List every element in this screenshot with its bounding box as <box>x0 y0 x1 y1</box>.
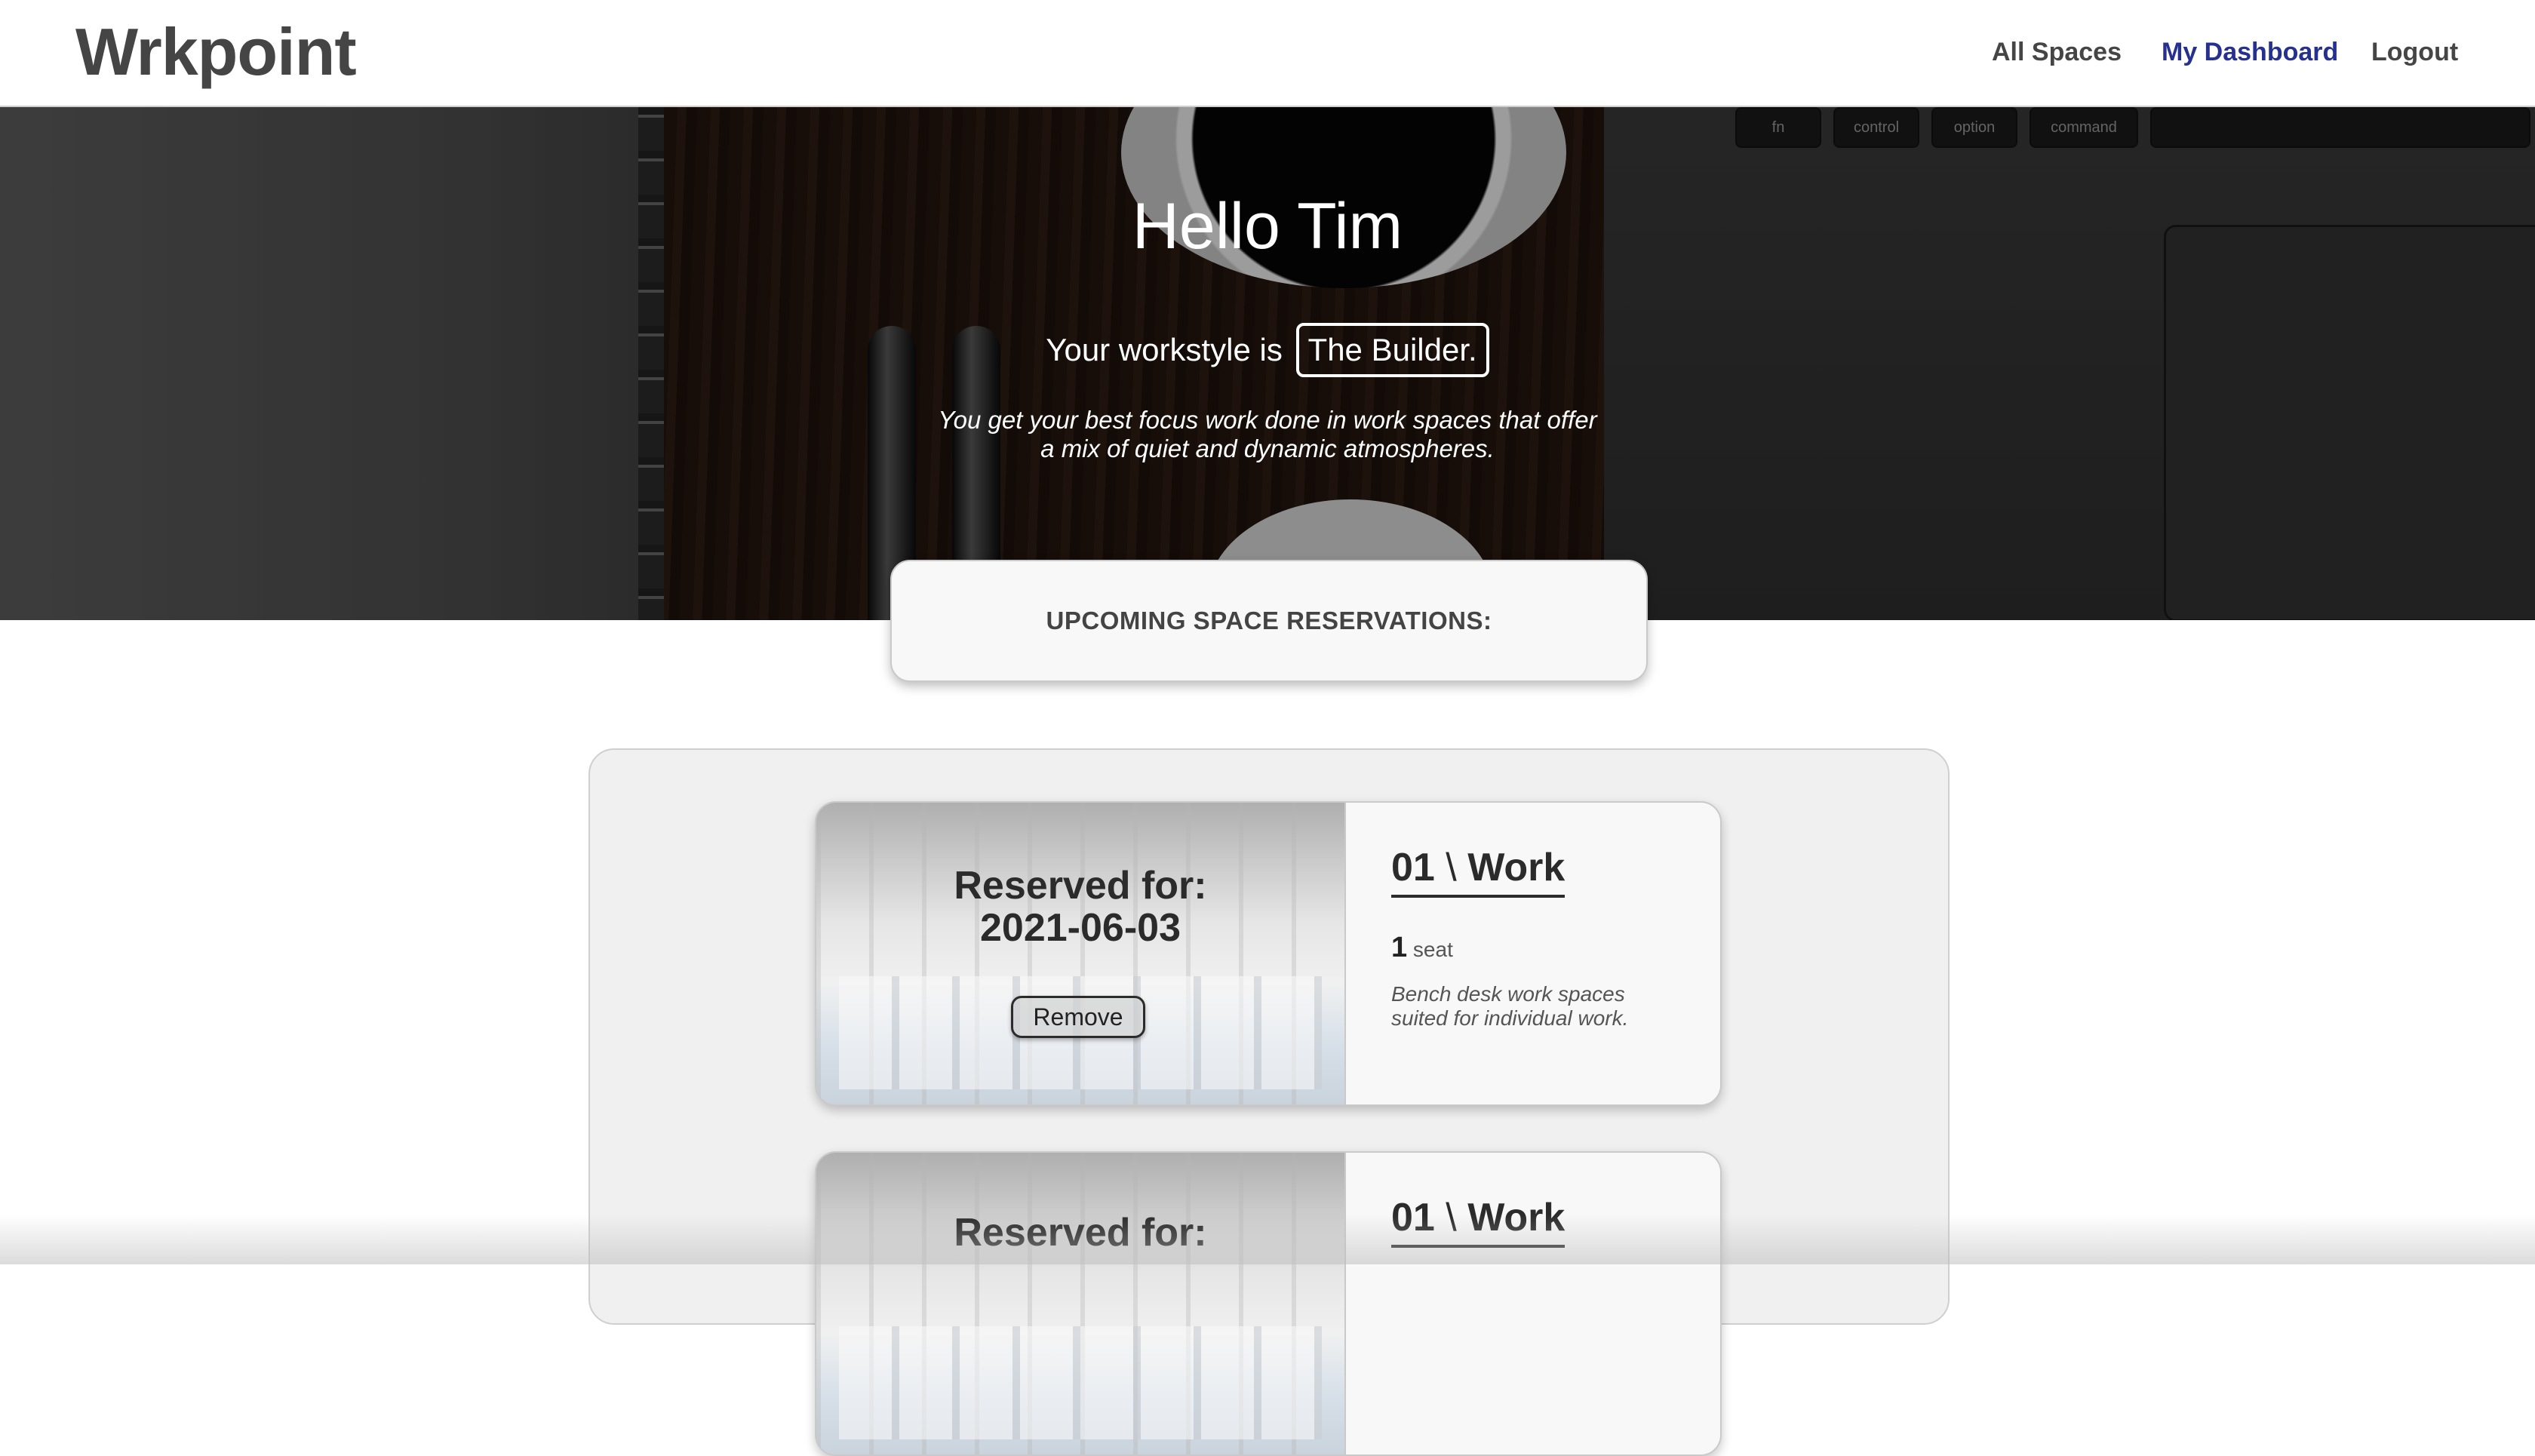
space-description: Bench desk work spaces suited for indivi… <box>1391 982 1629 1030</box>
reserved-for-text: Reserved for: <box>816 1212 1344 1254</box>
reservation-card: Reserved for: 01 \ Work <box>815 1151 1722 1456</box>
reserved-for-text: Reserved for: 2021-06-03 <box>816 865 1344 949</box>
workstyle-description: You get your best focus work done in wor… <box>938 406 1597 462</box>
seat-count: 1 seat <box>1391 931 1453 966</box>
seat-unit: seat <box>1412 938 1453 961</box>
nav-logout[interactable]: Logout <box>2371 36 2458 68</box>
reservation-info: 01 \ Work 1 seat Bench desk work spaces … <box>1344 803 1720 1104</box>
space-type: Work <box>1467 846 1566 889</box>
photo-overlay <box>816 1153 1344 1454</box>
seat-number: 1 <box>1391 932 1408 963</box>
space-number: 01 <box>1391 1196 1435 1239</box>
workstyle-line: Your workstyle is The Builder. <box>0 323 2535 377</box>
reservation-card: Reserved for: 2021-06-03 Remove 01 \ Wor… <box>815 801 1722 1106</box>
workstyle-badge[interactable]: The Builder. <box>1295 323 1489 377</box>
reservation-info: 01 \ Work <box>1344 1153 1720 1454</box>
nav-my-dashboard[interactable]: My Dashboard <box>2162 36 2338 68</box>
workstyle-prefix: Your workstyle is <box>1046 332 1283 367</box>
office-space-photo <box>816 803 1344 1104</box>
photo-overlay <box>816 803 1344 1104</box>
reserved-for-label: Reserved for: <box>954 1211 1207 1255</box>
nav-all-spaces[interactable]: All Spaces <box>1992 36 2122 68</box>
space-separator: \ <box>1446 846 1457 889</box>
upcoming-reservations-card: UPCOMING SPACE RESERVATIONS: <box>890 560 1648 682</box>
reserved-for-label: Reserved for: <box>954 864 1207 908</box>
wrkpoint-logo[interactable]: Wrkpoint <box>75 11 357 94</box>
space-type: Work <box>1467 1196 1566 1239</box>
reservation-date: 2021-06-03 <box>980 906 1181 950</box>
top-header: Wrkpoint All Spaces My Dashboard Logout <box>0 0 2535 107</box>
space-name: 01 \ Work <box>1391 845 1566 898</box>
greeting-heading: Hello Tim <box>1132 190 1403 263</box>
remove-reservation-button[interactable]: Remove <box>1011 996 1145 1038</box>
upcoming-reservations-title: UPCOMING SPACE RESERVATIONS: <box>1046 607 1492 634</box>
office-space-photo <box>816 1153 1344 1454</box>
hero-banner: fn control option command Hello Tim Your… <box>0 107 2535 620</box>
space-name: 01 \ Work <box>1391 1195 1566 1248</box>
space-number: 01 <box>1391 846 1435 889</box>
space-separator: \ <box>1446 1196 1457 1239</box>
